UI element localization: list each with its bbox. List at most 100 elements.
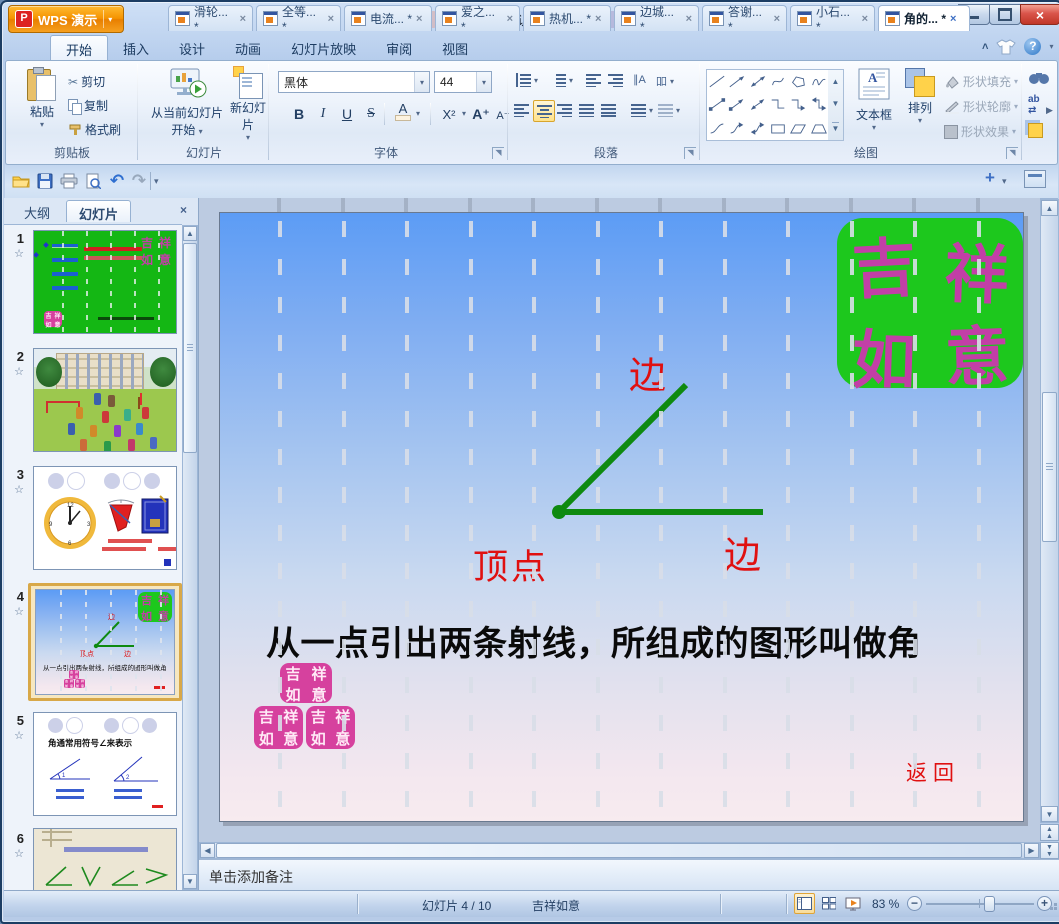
scrollbar-thumb[interactable] [216, 843, 1022, 858]
notes-pane[interactable]: 单击添加备注 [199, 859, 1059, 891]
shape-fill-button[interactable]: 形状填充 ▾ [944, 73, 1018, 90]
paste-button[interactable]: 粘贴 ▾ [22, 67, 62, 129]
drawing-dialog-launcher[interactable]: ◥ [1006, 147, 1018, 159]
scroll-right-icon[interactable]: ▶ [1024, 843, 1039, 858]
strikethrough-button[interactable]: S [360, 103, 382, 125]
replace-button[interactable]: ab ⇄ [1028, 94, 1040, 116]
slide-canvas[interactable]: 吉 祥 如 意 边 边 顶点 从一点引出两条射线，所组成的图形叫做角 吉祥如意 … [219, 212, 1024, 822]
main-horizontal-scrollbar[interactable]: ◀ ▶ [199, 842, 1040, 859]
zoom-slider-thumb[interactable] [984, 896, 995, 912]
tab-design[interactable]: 设计 [164, 35, 220, 60]
font-name-combo[interactable]: 黑体 ▾ [278, 71, 430, 93]
arrange-button[interactable]: 排列 ▾ [900, 67, 940, 125]
new-tab-caret-icon[interactable]: ▾ [1002, 176, 1007, 187]
doc-tab-aizhi[interactable]: 爱之... * × [435, 5, 520, 34]
slides-tab[interactable]: 幻灯片 [66, 200, 132, 222]
shape-parallelogram-icon[interactable] [788, 117, 808, 140]
help-caret-icon[interactable]: ▾ [1049, 42, 1053, 51]
normal-view-button[interactable] [794, 893, 815, 914]
bold-button[interactable]: B [288, 103, 310, 125]
scrollbar-thumb[interactable] [183, 243, 197, 453]
connector-arrow-icon[interactable] [727, 93, 747, 116]
justify-button[interactable] [579, 103, 594, 117]
align-center-button[interactable] [533, 100, 555, 122]
grow-font-button[interactable]: A⁺ [470, 103, 492, 125]
close-button[interactable]: × [1020, 4, 1059, 25]
align-right-button[interactable] [557, 103, 572, 117]
numbering-button[interactable]: ▾ [551, 73, 573, 87]
align-left-button[interactable] [514, 103, 529, 117]
align-text-button[interactable]: 吅 ▾ [656, 73, 674, 89]
font-color-button[interactable]: A [392, 101, 414, 123]
connector-double-arrow-icon[interactable] [748, 93, 768, 116]
new-document-tab-button[interactable]: + [978, 168, 1002, 190]
tab-slideshow[interactable]: 幻灯片放映 [276, 35, 371, 60]
shape-rectangle-icon[interactable] [768, 117, 788, 140]
select-button[interactable] [1028, 123, 1043, 138]
doc-tab-quandeng[interactable]: 全等... * × [256, 5, 341, 34]
tab-animation[interactable]: 动画 [220, 35, 276, 60]
wps-app-menu-button[interactable]: P WPS 演示 ▾ [8, 5, 124, 33]
curved-arrow-icon[interactable] [727, 117, 747, 140]
tab-close-icon[interactable]: × [507, 13, 513, 25]
tab-close-icon[interactable]: × [328, 13, 334, 25]
tab-close-icon[interactable]: × [686, 13, 692, 25]
superscript-button[interactable]: X² [438, 103, 460, 125]
scroll-left-icon[interactable]: ◀ [200, 843, 215, 858]
gallery-up-icon[interactable]: ▲ [832, 77, 840, 86]
shape-arrow-icon[interactable] [727, 70, 747, 93]
slide-3-thumbnail[interactable]: 12 3 6 9 [33, 466, 177, 570]
shape-freeform-icon[interactable] [788, 70, 808, 93]
slide-6-thumbnail[interactable]: (×) (√) (×) (×) [33, 828, 177, 891]
scroll-down-icon[interactable]: ▼ [183, 874, 197, 889]
bullets-button[interactable]: ▾ [516, 73, 538, 87]
gallery-down-icon[interactable]: ▼ [832, 99, 840, 108]
font-size-combo[interactable]: 44 ▾ [434, 71, 492, 93]
next-slide-button[interactable]: ▼ ▼ [1040, 842, 1059, 859]
slide-editing-area[interactable]: 吉 祥 如 意 边 边 顶点 从一点引出两条射线，所组成的图形叫做角 吉祥如意 … [199, 198, 1040, 859]
text-box-button[interactable]: A 文本框 ▾ [852, 67, 896, 132]
skin-shirt-icon[interactable] [996, 38, 1017, 55]
doc-tab-dianliu[interactable]: 电流... * × [344, 5, 432, 31]
print-button[interactable] [58, 170, 80, 192]
slide-4-thumbnail[interactable]: 吉祥如意 边 顶点 边 从一点引出两条射线，所组成的图形叫做角 吉祥如意 吉祥如… [35, 589, 175, 695]
slide-1-thumbnail[interactable]: 吉祥如意 吉祥如意 [33, 230, 177, 334]
doc-tab-xiaoshi[interactable]: 小石... * × [790, 5, 875, 34]
curved-connector-icon[interactable] [707, 117, 727, 140]
outline-tab[interactable]: 大纲 [12, 200, 62, 222]
cut-button[interactable]: ✂ 剪切 [68, 73, 105, 90]
scroll-up-icon[interactable]: ▲ [183, 226, 197, 241]
scrollbar-thumb[interactable] [1042, 392, 1057, 542]
font-color-caret-icon[interactable]: ▾ [416, 109, 420, 118]
quickbar-more-icon[interactable]: ▾ [154, 176, 159, 187]
shape-curve-icon[interactable] [768, 70, 788, 93]
shape-outline-button[interactable]: 形状轮廓 ▾ [944, 98, 1018, 115]
save-button[interactable] [34, 170, 56, 192]
shrink-font-button[interactable]: A⁻ [492, 104, 514, 126]
doc-tab-daxie[interactable]: 答谢... * × [702, 5, 787, 34]
shape-scribble-icon[interactable] [809, 70, 829, 93]
side-label-right[interactable]: 边 [724, 525, 761, 579]
elbow-arrow-icon[interactable] [788, 93, 808, 116]
resize-grip[interactable] [1050, 907, 1053, 910]
tab-close-icon[interactable]: × [416, 13, 422, 25]
font-dialog-launcher[interactable]: ◥ [492, 147, 504, 159]
underline-button[interactable]: U [336, 103, 358, 125]
open-button[interactable] [10, 170, 32, 192]
maximize-button[interactable] [989, 4, 1021, 25]
vertex-label[interactable]: 顶点 [473, 539, 549, 590]
paragraph-dialog-launcher[interactable]: ◥ [684, 147, 696, 159]
slide-2-thumbnail[interactable] [33, 348, 177, 452]
zoom-out-button[interactable]: − [907, 896, 922, 911]
slide-5-thumbnail[interactable]: 角通常用符号∠来表示 1 2 [33, 712, 177, 816]
new-slide-button[interactable]: 新幻灯片 ▾ [230, 67, 266, 142]
shape-gallery-scroll[interactable]: ▲ ▼ ▼ [828, 69, 844, 141]
paragraph-spacing-button[interactable]: ▾ [658, 103, 680, 117]
tab-close-icon[interactable]: × [595, 13, 601, 25]
italic-button[interactable]: I [312, 103, 334, 125]
previous-slide-button[interactable]: ▲ ▲ [1040, 824, 1059, 841]
elbow-connector-icon[interactable] [768, 93, 788, 116]
panel-close-icon[interactable]: × [180, 203, 187, 217]
format-painter-button[interactable]: 格式刷 [68, 121, 121, 138]
notes-placeholder[interactable]: 单击添加备注 [199, 860, 1059, 887]
